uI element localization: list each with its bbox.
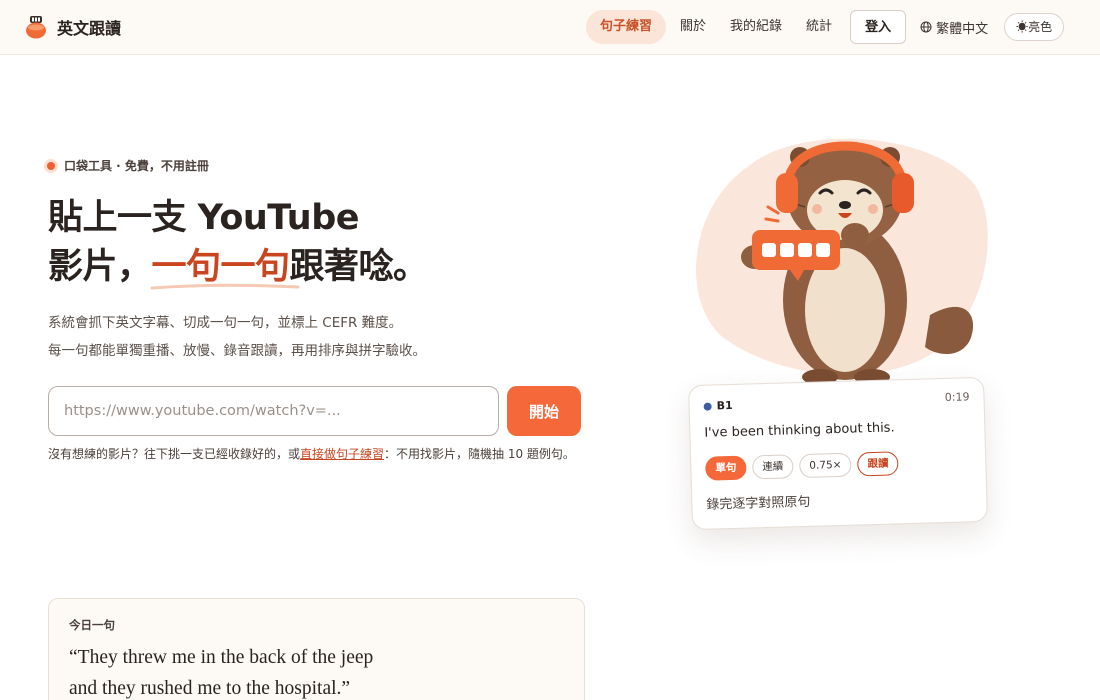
chip-continuous[interactable]: 連續	[752, 454, 794, 480]
eyebrow-text: 口袋工具 · 免費，不用註冊	[64, 159, 209, 173]
eyebrow: 口袋工具 · 免費，不用註冊	[47, 157, 209, 174]
preview-footer: 錄完逐字對照原句	[706, 494, 811, 513]
playback-options: 單句 連續 0.75× 跟讀	[705, 451, 905, 481]
otter-headphones-illustration	[696, 138, 988, 385]
cefr-level-badge: B1	[703, 398, 733, 413]
level-dot-icon	[703, 402, 712, 411]
hero-description: 系統會抓下英文字幕、切成一句一句，並標上 CEFR 難度。 每一句都能單獨重播、…	[48, 309, 426, 365]
headline-suffix: 跟著唸。	[289, 247, 429, 287]
top-navbar: 英文跟讀 句子練習 關於 我的紀錄 統計 登入 繁體中文 ☀亮色	[0, 0, 1100, 55]
chip-speed[interactable]: 0.75×	[799, 452, 852, 479]
quote-line-2: and they rushed me to the hospital.”	[69, 678, 351, 699]
youtube-url-input[interactable]	[48, 386, 499, 436]
daily-sentence-card: 今日一句 “They threw me in the back of the j…	[48, 598, 585, 700]
timestamp: 0:19	[944, 390, 970, 404]
hint-text: 沒有想練的影片？往下挑一支已經收錄好的，或直接做句子練習：不用找影片，隨機抽 1…	[48, 445, 583, 464]
quote-line-1: “They threw me in the back of the jeep	[69, 647, 374, 668]
theme-toggle-button[interactable]: ☀亮色	[1004, 13, 1065, 41]
headline-line-2: 影片，一句一句 跟著唸。	[48, 243, 428, 292]
headline-line-1: 貼上一支 YouTube	[48, 198, 360, 238]
headline-prefix: 影片，	[48, 247, 152, 287]
headline-accent: 一句一句	[150, 247, 300, 290]
tomato-logo-icon	[26, 16, 46, 39]
chip-single-sentence[interactable]: 單句	[705, 455, 747, 481]
nav-stats[interactable]: 統計	[794, 10, 844, 44]
brand-name: 英文跟讀	[57, 19, 122, 38]
cefr-level-text: B1	[716, 398, 733, 413]
nav-my-history[interactable]: 我的紀錄	[718, 10, 794, 44]
daily-sentence-label: 今日一句	[69, 618, 115, 632]
start-button[interactable]: 開始	[507, 386, 581, 436]
nav-sentence-practice[interactable]: 句子練習	[586, 10, 667, 44]
language-switcher[interactable]: 繁體中文	[920, 10, 988, 44]
direct-practice-link[interactable]: 直接做句子練習	[300, 447, 384, 461]
globe-icon	[920, 21, 932, 33]
daily-sentence-quote: “They threw me in the back of the jeep a…	[69, 642, 373, 700]
status-dot-icon	[47, 161, 55, 170]
nav-about[interactable]: 關於	[668, 10, 718, 44]
hero-headline: 貼上一支 YouTube 影片，一句一句 跟著唸。	[48, 194, 428, 292]
description-line-2: 每一句都能單獨重播、放慢、錄音跟讀，再用排序與拼字驗收。	[48, 343, 426, 359]
sentence-preview-card: B1 0:19 I've been thinking about this. 單…	[688, 376, 988, 531]
login-button[interactable]: 登入	[850, 10, 907, 44]
description-line-1: 系統會抓下英文字幕、切成一句一句，並標上 CEFR 難度。	[48, 315, 403, 331]
language-label: 繁體中文	[936, 21, 989, 37]
hint-suffix: ：不用找影片，隨機抽 10 題例句。	[384, 447, 575, 461]
accent-underline-icon	[150, 283, 300, 290]
hint-prefix: 沒有想練的影片？往下挑一支已經收錄好的，或	[48, 447, 301, 461]
chip-shadowing[interactable]: 跟讀	[857, 451, 899, 477]
preview-sentence: I've been thinking about this.	[704, 420, 895, 441]
main-nav: 句子練習 關於 我的紀錄 統計 登入 繁體中文 ☀亮色	[586, 10, 1065, 44]
brand[interactable]: 英文跟讀	[25, 15, 121, 39]
